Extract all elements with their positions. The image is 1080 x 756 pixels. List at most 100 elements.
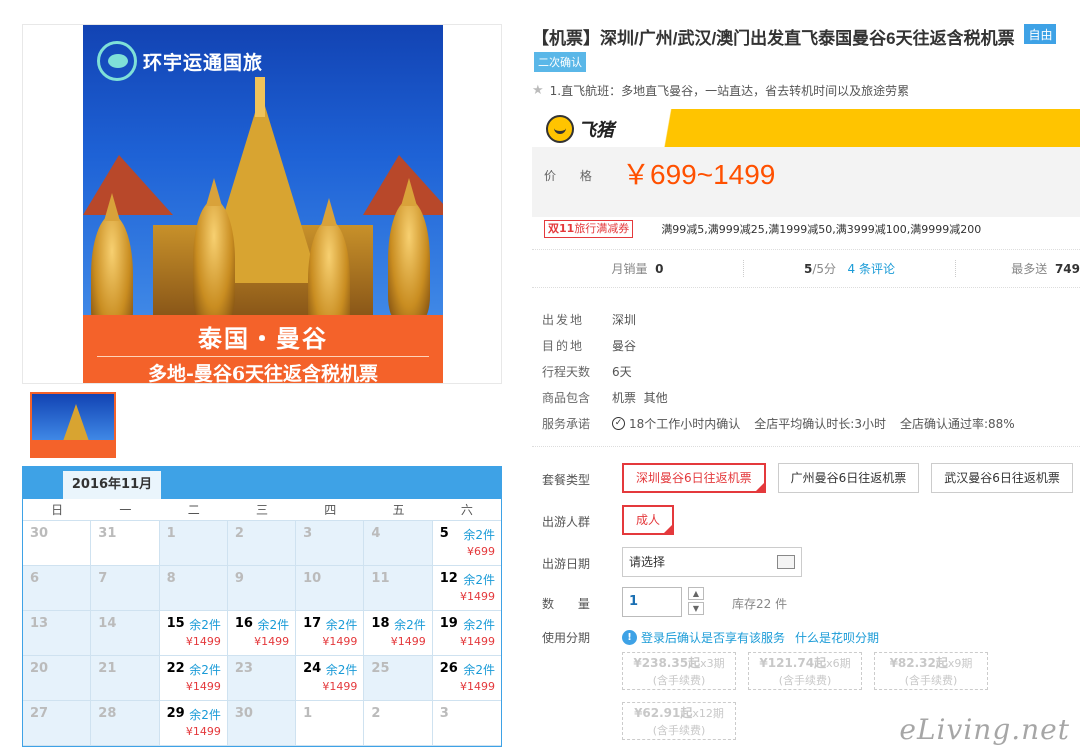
service-label: 服务承诺	[542, 416, 591, 431]
package-option-guangzhou[interactable]: 广州曼谷6日往返机票	[777, 463, 920, 493]
thumbnail-1[interactable]	[30, 392, 116, 458]
main-image[interactable]: 环宇运通国旅 泰国・曼谷 多地-曼谷6天往返含税机票	[22, 24, 502, 384]
confirm-tag: 二次确认	[534, 52, 586, 72]
day-number: 10	[303, 571, 322, 586]
product-info: 出发地 深圳 目的地 曼谷 行程天数 6天 商品包含 机票 其他 服务承诺 ✓ …	[532, 306, 1080, 447]
decrease-arrow-icon[interactable]: ▼	[688, 602, 704, 615]
travel-date-input[interactable]: 请选择	[622, 547, 802, 577]
calendar-day: 10	[296, 566, 365, 611]
day-number: 18	[371, 616, 390, 631]
day-price: ¥1499	[459, 590, 495, 603]
period-amount: ¥62.91起	[634, 706, 693, 720]
day-number: 14	[98, 616, 117, 631]
weekday-label: 三	[255, 503, 268, 517]
day-number: 23	[234, 661, 253, 676]
calendar-icon[interactable]	[777, 555, 795, 569]
calendar-day: 8	[159, 566, 228, 611]
day-stock: 余2件	[463, 663, 495, 677]
price-calendar: 2016年11月 日一二三四五六 30 31 1 2 3 4 5 余2件 ¥699 6 7 8 9 10 1…	[22, 466, 502, 747]
period-amount: ¥82.32起	[889, 656, 948, 670]
period-amount: ¥238.35起	[633, 656, 701, 670]
sales-label: 月销量	[611, 262, 648, 276]
calendar-day-available[interactable]: 24 余2件 ¥1499	[296, 656, 365, 701]
calendar-day-available[interactable]: 16 余2件 ¥1499	[227, 611, 297, 656]
day-stock: 余2件	[394, 618, 426, 632]
calendar-day-available[interactable]: 26 余2件 ¥1499	[432, 656, 501, 701]
period-term: x12期	[692, 707, 724, 720]
installment-option[interactable]: ¥62.91起x12期 (含手续费)	[622, 702, 736, 740]
calendar-day-available[interactable]: 15 余2件 ¥1499	[159, 611, 228, 656]
calendar-day-available[interactable]: 29 余2件 ¥1499	[159, 701, 228, 746]
package-option-wuhan[interactable]: 武汉曼谷6日往返机票	[931, 463, 1073, 493]
increase-arrow-icon[interactable]: ▲	[688, 587, 704, 600]
installment-info: ! 登录后确认是否享有该服务 什么是花呗分期	[622, 629, 879, 646]
reviews-link[interactable]: 4 条评论	[848, 262, 895, 276]
calendar-weekday-row: 日一二三四五六	[23, 499, 501, 521]
installment-note[interactable]: 登录后确认是否享有该服务	[641, 629, 785, 646]
day-number: 17	[303, 616, 322, 631]
service-item: 18个工作小时内确认	[629, 416, 741, 431]
day-number: 24	[303, 661, 322, 676]
highlight-text: 1.直飞航班：多地直飞曼谷，一站直达，省去转机时间以及旅途劳累	[549, 84, 910, 98]
rating-unit: /5分	[812, 262, 837, 276]
promo-badge[interactable]: 双11旅行满减券	[544, 220, 634, 238]
info-value: 6天	[612, 364, 632, 379]
poster-banner: 泰国・曼谷 多地-曼谷6天往返含税机票	[83, 315, 443, 383]
period-fee: (含手续费)	[904, 674, 958, 687]
day-number: 11	[371, 571, 390, 586]
day-stock: 余2件	[257, 618, 290, 632]
installment-option[interactable]: ¥82.32起x9期 (含手续费)	[874, 652, 988, 690]
calendar-grid: 30 31 1 2 3 4 5 余2件 ¥699 6 7 8 9 10 11 12 余2件 ¥1499 13 14 15…	[23, 521, 501, 746]
self-guided-tag: 自由	[1024, 24, 1057, 44]
promotion-row: 双11旅行满减券 满99减5,满999减25,满1999减50,满3999减10…	[532, 220, 1080, 250]
calendar-day: 3	[296, 521, 365, 566]
calendar-day: 9	[227, 566, 297, 611]
stock-text: 库存22 件	[732, 597, 788, 611]
info-label: 目的地	[542, 338, 585, 353]
day-price: ¥1499	[459, 635, 495, 648]
day-number: 26	[439, 661, 458, 676]
installment-option[interactable]: ¥238.35起x3期 (含手续费)	[622, 652, 736, 690]
date-label: 出游日期	[542, 557, 591, 571]
package-label: 套餐类型	[542, 473, 591, 487]
package-option-shenzhen[interactable]: 深圳曼谷6日往返机票	[622, 463, 766, 493]
calendar-day-available[interactable]: 22 余2件 ¥1499	[159, 656, 228, 701]
title-row: 【机票】深圳/广州/武汉/澳门出发直飞泰国曼谷6天往返含税机票 自由	[532, 24, 1080, 52]
day-number: 19	[439, 616, 458, 631]
day-number: 13	[30, 616, 49, 631]
day-number: 20	[30, 661, 49, 676]
period-fee: (含手续费)	[652, 674, 706, 687]
weekday-label: 四	[324, 503, 337, 517]
quantity-row: 数 量 1 ▲ ▼ 库存22 件	[532, 587, 1080, 617]
day-number: 31	[98, 526, 117, 541]
calendar-month-tab[interactable]: 2016年11月	[63, 471, 161, 499]
calendar-day-available[interactable]: 12 余2件 ¥1499	[432, 566, 501, 611]
info-value: 深圳	[612, 312, 637, 327]
calendar-day-available[interactable]: 18 余2件 ¥1499	[364, 611, 433, 656]
day-number: 1	[303, 706, 313, 721]
calendar-day: 20	[23, 656, 92, 701]
day-price: ¥1499	[322, 635, 358, 648]
calendar-day-available[interactable]: 5 余2件 ¥699	[432, 521, 501, 566]
period-term: x3期	[700, 657, 725, 670]
calendar-day-available[interactable]: 17 余2件 ¥1499	[296, 611, 365, 656]
huabei-link[interactable]: 什么是花呗分期	[795, 629, 879, 646]
product-title: 【机票】深圳/广州/武汉/澳门出发直飞泰国曼谷6天往返含税机票	[532, 29, 1015, 48]
group-label: 出游人群	[542, 515, 591, 529]
calendar-day: 1	[159, 521, 228, 566]
globe-icon	[97, 41, 137, 81]
calendar-day: 25	[364, 656, 433, 701]
calendar-day: 23	[227, 656, 297, 701]
day-price: ¥1499	[185, 635, 221, 648]
price-panel: 飞猪 价 格 ￥699~1499	[532, 109, 1080, 217]
group-options: 成人	[622, 505, 675, 535]
product-gallery: 环宇运通国旅 泰国・曼谷 多地-曼谷6天往返含税机票 2016年11月 日 一 …	[22, 24, 502, 747]
installment-option[interactable]: ¥121.74起x6期 (含手续费)	[748, 652, 862, 690]
group-option-adult[interactable]: 成人	[622, 505, 675, 535]
package-type-row: 套餐类型 深圳曼谷6日往返机票 广州曼谷6日往返机票 武汉曼谷6日往返机票	[532, 463, 1080, 493]
quantity-input[interactable]: 1	[622, 587, 682, 617]
calendar-day-available[interactable]: 19 余2件 ¥1499	[432, 611, 501, 656]
promo-badge-prefix: 双11	[548, 222, 575, 235]
info-row-service: 服务承诺 ✓ 18个工作小时内确认 全店平均确认时长:3小时 全店确认通过率:8…	[532, 410, 1080, 436]
period-fee: (含手续费)	[652, 724, 706, 737]
